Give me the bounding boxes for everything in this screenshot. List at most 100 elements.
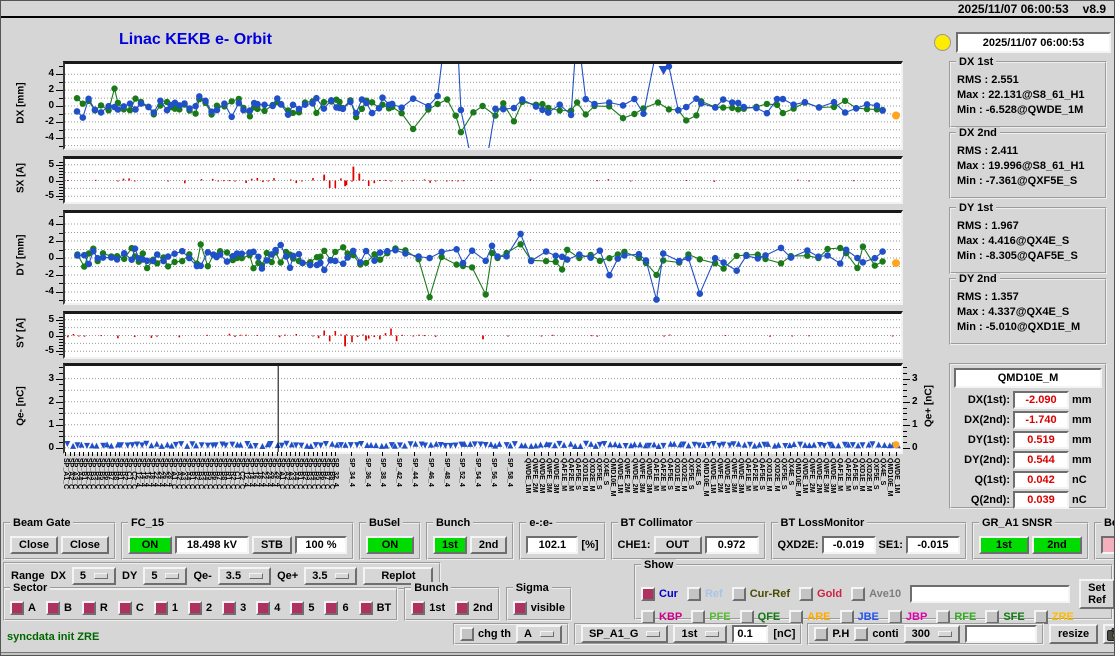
- show-checkbox-cur-ref[interactable]: Cur-Ref: [732, 587, 790, 601]
- dx1-rms: 2.551: [991, 74, 1019, 86]
- resize-button[interactable]: resize: [1049, 624, 1098, 644]
- sector-checkbox-R[interactable]: R: [82, 601, 108, 615]
- sector-checkbox-C[interactable]: C: [118, 601, 144, 615]
- x-tick: [205, 452, 206, 456]
- sector-checkbox-5[interactable]: 5: [290, 601, 314, 615]
- bunch-1st-button[interactable]: 1st: [433, 536, 467, 554]
- show-checkbox-cur[interactable]: Cur: [641, 587, 678, 601]
- y-tick-label: 0: [30, 176, 54, 186]
- gr-snsr-2nd-button[interactable]: 2nd: [1032, 536, 1082, 554]
- fc15-group: FC_15 ON 18.498 kV STB 100 %: [121, 522, 354, 560]
- axis-tick: [59, 431, 63, 432]
- monitor-dy1st: 0.519: [1013, 431, 1069, 449]
- ph-checkbox[interactable]: P.H: [814, 627, 849, 641]
- fc15-stb-button[interactable]: STB: [252, 536, 292, 554]
- axis-tick: [903, 396, 907, 397]
- show-checkbox-ref[interactable]: Ref: [687, 587, 723, 601]
- busel-on-button[interactable]: ON: [366, 536, 414, 554]
- y-tick-label: 0: [30, 253, 54, 263]
- sigma-checkbox-visible[interactable]: visible: [513, 601, 565, 615]
- chg-th-checkbox[interactable]: chg th: [460, 627, 511, 641]
- axis-tick: [59, 162, 63, 163]
- axis-tick: [59, 266, 63, 267]
- axis-tick: [56, 241, 63, 242]
- x-tick: [783, 452, 784, 456]
- axis-tick: [903, 419, 907, 420]
- x-tick: [106, 452, 107, 456]
- sector-checkbox-A[interactable]: A: [10, 601, 36, 615]
- beam-gate-close-button-1[interactable]: Close: [10, 536, 58, 554]
- show-checkbox-gold[interactable]: Gold: [799, 587, 842, 601]
- axis-tick: [903, 379, 910, 380]
- th-select[interactable]: A: [516, 625, 562, 643]
- x-tick: [160, 452, 161, 456]
- x-tick: [584, 452, 585, 456]
- bunch-2nd-button[interactable]: 2nd: [470, 536, 508, 554]
- sector-checkbox-3[interactable]: 3: [222, 601, 246, 615]
- checkbox-icon: [188, 601, 202, 615]
- dy2-max: 4.337@QX4E_S: [988, 306, 1069, 318]
- x-tick: [286, 452, 287, 456]
- y-tick-label: -5: [30, 191, 54, 201]
- dropdown-indicator-icon: [938, 631, 952, 637]
- x-tick: [88, 452, 89, 456]
- axis-tick: [56, 336, 63, 337]
- axis-tick: [903, 408, 907, 409]
- range-dy-select[interactable]: 5: [143, 567, 187, 585]
- sector-checkbox-6[interactable]: 6: [324, 601, 348, 615]
- x-tick: [299, 452, 300, 456]
- plot-dy: [63, 210, 903, 305]
- sp-select[interactable]: SP_A1_G: [581, 625, 669, 643]
- axis-tick: [59, 436, 63, 437]
- plot-dx: [63, 61, 903, 150]
- control-row-1: Beam Gate Close Close FC_15 ON 18.498 kV…: [3, 522, 1115, 560]
- bunch-select[interactable]: 1st: [673, 625, 727, 643]
- sector-checkbox-BT[interactable]: BT: [359, 601, 392, 615]
- set-ref-button[interactable]: Set Ref: [1079, 579, 1115, 609]
- bunch-checkbox-2nd[interactable]: 2nd: [455, 601, 493, 615]
- axis-tick: [59, 332, 63, 333]
- axis-tick: [903, 442, 907, 443]
- count-select[interactable]: 300: [904, 625, 960, 643]
- x-tick: [281, 452, 282, 456]
- sector-checkbox-2[interactable]: 2: [188, 601, 212, 615]
- fc15-on-button[interactable]: ON: [128, 536, 172, 554]
- sector-checkbox-1[interactable]: 1: [154, 601, 178, 615]
- ref-file-input[interactable]: [910, 585, 1070, 603]
- sector-checkbox-B[interactable]: B: [46, 601, 72, 615]
- che1-out-button[interactable]: OUT: [654, 536, 702, 554]
- conti-checkbox[interactable]: conti: [854, 627, 898, 641]
- extra-input[interactable]: [965, 625, 1037, 643]
- checkbox-icon: [222, 601, 236, 615]
- bpm-name-label: SP_52_4: [457, 458, 465, 487]
- bunch-checkbox-1st[interactable]: 1st: [411, 601, 445, 615]
- beam-gate-close-button-2[interactable]: Close: [61, 536, 109, 554]
- axis-tick: [59, 114, 63, 115]
- x-tick: [304, 452, 305, 456]
- gr-snsr-1st-button[interactable]: 1st: [979, 536, 1029, 554]
- range-qep-select[interactable]: 3.5: [304, 567, 357, 585]
- threshold-input[interactable]: [732, 625, 768, 643]
- show-checkbox-ave10[interactable]: Ave10: [851, 587, 901, 601]
- stat-box-dx1: DX 1st RMS : 2.551 Max : 22.131@S8_61_H1…: [949, 61, 1107, 128]
- y-axis-title: DY [mm]: [16, 235, 27, 276]
- x-tick: [747, 452, 748, 456]
- checkbox-icon: [411, 601, 425, 615]
- bpm-name-label: SP_56_4: [489, 458, 497, 487]
- dy2-min: -5.010@QXD1E_M: [986, 321, 1081, 333]
- x-tick: [79, 452, 80, 456]
- checkbox-icon: [46, 601, 60, 615]
- x-tick: [182, 452, 183, 456]
- dropdown-indicator-icon: [335, 573, 349, 579]
- bpm-name-label: QWDE_1M: [892, 458, 900, 493]
- range-qem-select[interactable]: 3.5: [218, 567, 271, 585]
- monitor-dy2nd: 0.544: [1013, 451, 1069, 469]
- x-tick: [825, 452, 826, 456]
- x-tick: [896, 452, 897, 456]
- x-tick: [509, 452, 510, 456]
- sector-checkbox-4[interactable]: 4: [256, 601, 280, 615]
- x-tick: [326, 452, 327, 456]
- range-dx-select[interactable]: 5: [72, 567, 116, 585]
- checkbox-icon: [814, 627, 828, 641]
- camera-button[interactable]: [1103, 624, 1115, 644]
